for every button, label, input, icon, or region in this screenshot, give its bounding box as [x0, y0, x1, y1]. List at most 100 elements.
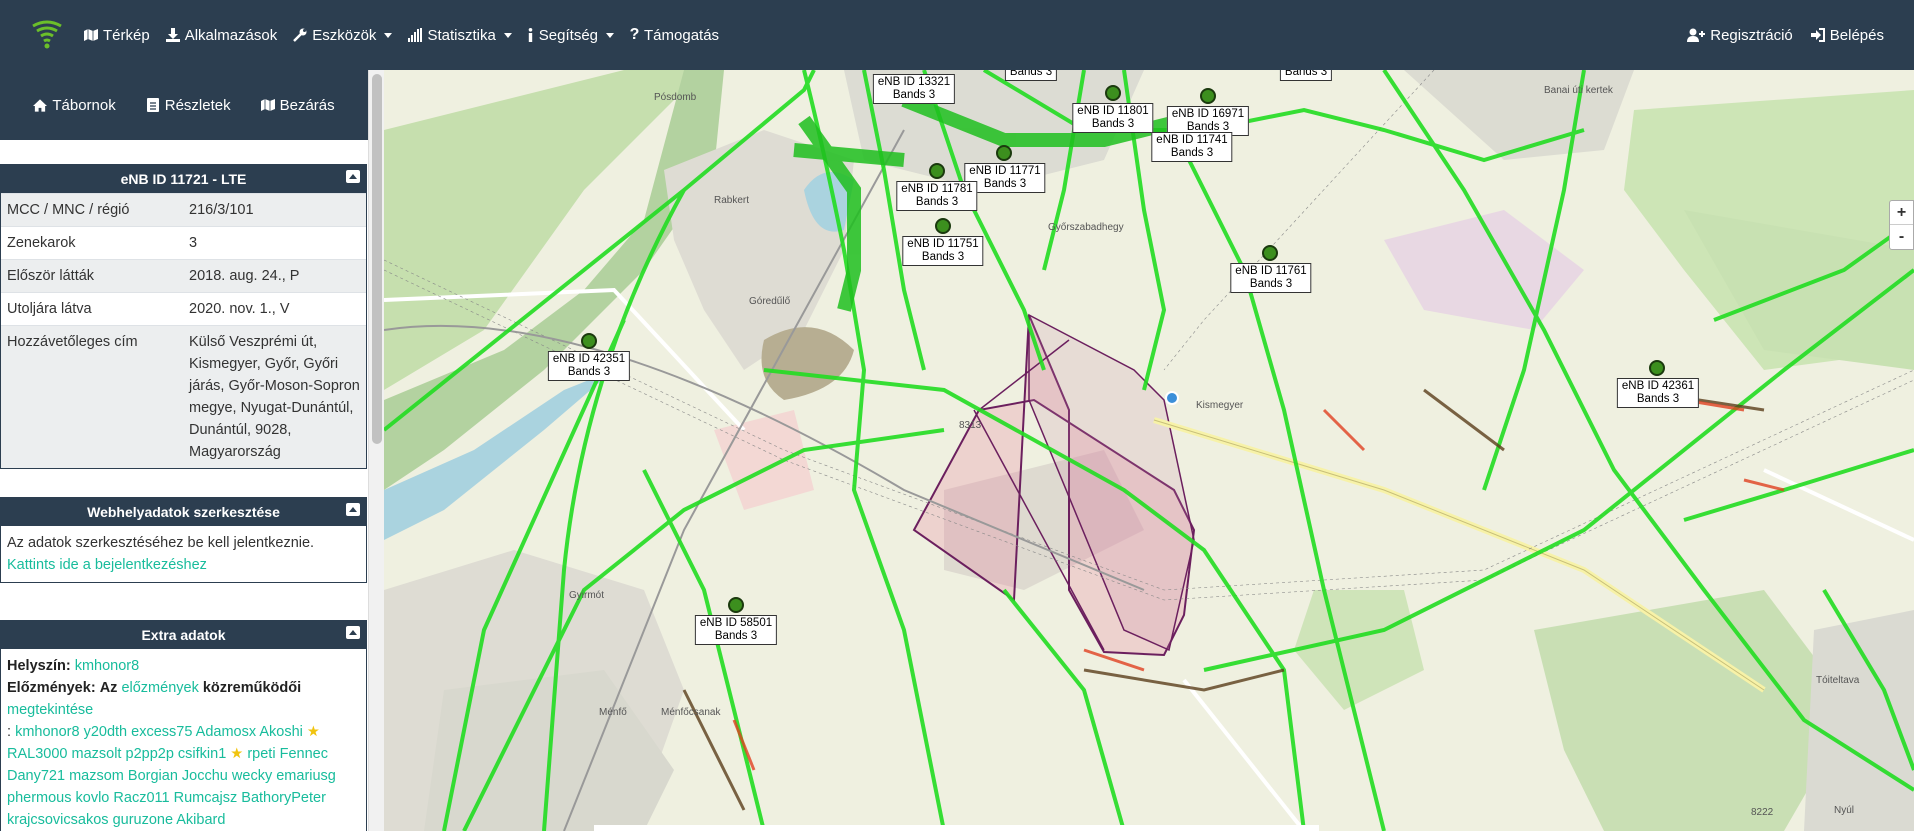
place-label: Kismegyer	[1196, 400, 1244, 411]
edit-site-title: Webhelyadatok szerkesztése	[87, 504, 280, 520]
map-attribution	[594, 825, 1319, 831]
nav-tools-dropdown[interactable]: Eszközök	[293, 26, 393, 44]
cell-dot[interactable]	[996, 145, 1012, 161]
extra-data-title: Extra adatok	[141, 627, 226, 643]
register-label: Regisztráció	[1710, 26, 1793, 44]
contributor-link[interactable]: RAL3000	[7, 746, 67, 762]
contributor-link[interactable]: guruzone	[113, 812, 173, 828]
history-link[interactable]: előzmények	[121, 680, 198, 696]
cell-dot[interactable]	[1105, 85, 1121, 101]
contributor-link[interactable]: Dany721	[7, 768, 65, 784]
edit-site-body: Az adatok szerkesztéséhez be kell jelent…	[1, 526, 366, 582]
edit-site-panel: Webhelyadatok szerkesztése Az adatok sze…	[0, 497, 367, 583]
scrollbar-thumb[interactable]	[372, 74, 382, 444]
sidebar-item-close-label: Bezárás	[279, 96, 335, 114]
star-icon: ★	[226, 746, 244, 762]
login-link[interactable]: Belépés	[1810, 27, 1884, 44]
contributor-link[interactable]: krajcsovicsakos	[7, 812, 109, 828]
sidebar-item-details[interactable]: Részletek	[146, 97, 231, 114]
extra-data-body: Helyszín: kmhonor8 Előzmények: Az előzmé…	[1, 649, 366, 831]
location-line: Helyszín: kmhonor8	[7, 655, 360, 677]
collapse-icon[interactable]	[346, 170, 360, 183]
cell-dot[interactable]	[935, 218, 951, 234]
cell-dot[interactable]	[1262, 245, 1278, 261]
contributor-link[interactable]: rpeti	[247, 746, 275, 762]
nav-stats-label: Statisztika	[427, 26, 496, 44]
cell-info-panel: eNB ID 11721 - LTE MCC / MNC / régió 216/…	[0, 164, 367, 469]
view-contributors-link[interactable]: megtekintése	[7, 702, 93, 718]
sidebar: Tábornok Részletek Bezárás eNB ID 11721 …	[0, 70, 368, 831]
cell-id: eNB ID 11761	[1235, 265, 1307, 277]
cell-bands: Bands 3	[1009, 70, 1053, 78]
place-label: Győrszabadhegy	[1048, 222, 1124, 233]
contributor-link[interactable]: Adamosx	[196, 724, 256, 740]
contributor-link[interactable]: BathoryPeter	[241, 790, 326, 806]
table-row: Zenekarok 3	[1, 226, 366, 260]
contributor-link[interactable]: p2pp2p	[126, 746, 174, 762]
cell-dot[interactable]	[1649, 360, 1665, 376]
cell-id: eNB ID 11781	[901, 183, 973, 195]
cell-label: Bands 3	[1279, 70, 1333, 81]
contributor-link[interactable]: emariusg	[276, 768, 336, 784]
row-key: MCC / MNC / régió	[1, 193, 183, 227]
cell-label: Bands 3	[1004, 70, 1058, 81]
nav-help-dropdown[interactable]: Segítség	[528, 26, 615, 44]
nav-stats-dropdown[interactable]: Statisztika	[408, 26, 512, 44]
cell-dot[interactable]	[929, 163, 945, 179]
contributor-link[interactable]: Racz011	[113, 790, 169, 806]
contributor-link[interactable]: kmhonor8	[15, 724, 79, 740]
place-label: Nyúl	[1834, 805, 1855, 816]
logo-icon[interactable]	[24, 12, 70, 58]
contributor-link[interactable]: phermous	[7, 790, 71, 806]
contributor-link[interactable]: y20dth	[84, 724, 128, 740]
zoom-out-button[interactable]: -	[1890, 225, 1913, 249]
contributor-link[interactable]: Borgian	[128, 768, 178, 784]
contributor-link[interactable]: csifkin1	[178, 746, 226, 762]
sidebar-scrollbar[interactable]	[368, 70, 384, 831]
collapse-icon[interactable]	[346, 626, 360, 639]
contributor-link[interactable]: wecky	[232, 768, 272, 784]
collapse-icon[interactable]	[346, 503, 360, 516]
cell-bands: Bands 3	[1170, 147, 1214, 159]
nav-help-label: Segítség	[538, 26, 599, 44]
sidebar-item-close[interactable]: Bezárás	[260, 96, 335, 114]
contributor-link[interactable]: excess75	[131, 724, 192, 740]
login-link[interactable]: Kattints ide a bejelentkezéshez	[7, 557, 207, 573]
cell-info-title: eNB ID 11721 - LTE	[120, 171, 247, 187]
sidebar-nav: Tábornok Részletek Bezárás	[0, 70, 368, 140]
contributor-link[interactable]: Akibard	[176, 812, 225, 828]
sidebar-item-general[interactable]: Tábornok	[33, 97, 116, 114]
contributor-link[interactable]: Rumcajsz	[174, 790, 238, 806]
map-view[interactable]: Rabkert Góredűlő Gyirmót Ménfő Ménfőcsan…	[384, 70, 1914, 831]
contributor-link[interactable]: mazsolt	[72, 746, 122, 762]
map-icon	[260, 98, 275, 112]
cell-info-table: MCC / MNC / régió 216/3/101 Zenekarok 3 El…	[1, 193, 366, 468]
cell-dot[interactable]	[1200, 88, 1216, 104]
contributor-link[interactable]: kovlo	[76, 790, 110, 806]
contributor-link[interactable]: Jocchu	[182, 768, 228, 784]
login-required-text: Az adatok szerkesztéséhez be kell jelent…	[7, 535, 315, 551]
info-icon	[528, 28, 534, 42]
contributor-link[interactable]: Akoshi	[259, 724, 303, 740]
contributor-link[interactable]: mazsom	[69, 768, 124, 784]
nav-map[interactable]: Térkép	[84, 27, 150, 44]
cell-id: eNB ID 16971	[1171, 108, 1245, 120]
cell-dot[interactable]	[728, 597, 744, 613]
register-link[interactable]: Regisztráció	[1687, 27, 1793, 44]
cell-label: eNB ID 11761 Bands 3	[1230, 263, 1312, 293]
cell-bands: Bands 3	[1284, 70, 1328, 78]
edit-site-header: Webhelyadatok szerkesztése	[1, 498, 366, 526]
contributor-link[interactable]: Fennec	[280, 746, 328, 762]
nav-map-label: Térkép	[103, 26, 150, 44]
cell-dot[interactable]	[581, 333, 597, 349]
zoom-in-button[interactable]: +	[1890, 201, 1913, 225]
location-link[interactable]: kmhonor8	[75, 658, 139, 674]
colon: :	[7, 724, 16, 740]
nav-tools-label: Eszközök	[312, 26, 377, 44]
place-label: Ménfőcsanak	[661, 707, 721, 718]
nav-apps[interactable]: Alkalmazások	[165, 27, 277, 44]
nav-support[interactable]: ? Támogatás	[630, 26, 719, 44]
cell-bands: Bands 3	[1636, 393, 1680, 405]
history-az: Az	[99, 680, 118, 696]
row-key: Utoljára látva	[1, 292, 183, 326]
